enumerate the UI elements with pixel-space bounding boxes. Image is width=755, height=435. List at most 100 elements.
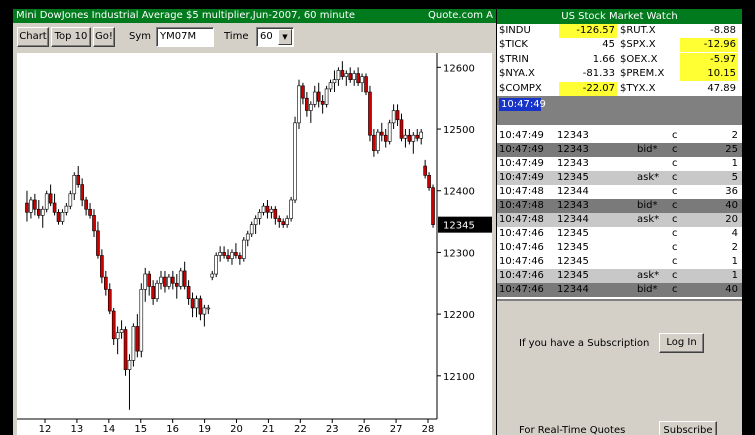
candle-up bbox=[64, 205, 69, 213]
candle-down bbox=[190, 298, 195, 309]
candle-down bbox=[111, 310, 116, 340]
tape-row[interactable]: 10:47:46 12345 c 2 bbox=[497, 241, 742, 255]
candle-up bbox=[241, 239, 246, 259]
top10-button[interactable]: Top 10 bbox=[51, 27, 91, 47]
tape-price: 12343 bbox=[557, 144, 589, 155]
candle-up bbox=[119, 329, 124, 333]
time-interval-select[interactable]: 60 ▼ bbox=[256, 27, 294, 47]
candle-up bbox=[293, 122, 297, 201]
tape-row[interactable]: 10:47:46 12345 c 4 bbox=[497, 227, 742, 241]
tape-row[interactable]: 10:47:46 12345 c 1 bbox=[497, 255, 742, 269]
x-tick-label: 22 bbox=[294, 424, 307, 435]
candle-up bbox=[309, 104, 313, 111]
subscription-text: If you have a Subscription bbox=[519, 338, 650, 349]
tape-time: 10:47:46 bbox=[499, 228, 544, 239]
tape-size: 1 bbox=[731, 256, 738, 267]
quote-symbol: $COMPX bbox=[499, 82, 542, 94]
candle-down bbox=[372, 134, 376, 151]
tape-time: 10:47:48 bbox=[499, 186, 544, 197]
candle-down bbox=[226, 255, 230, 259]
x-tick-label: 13 bbox=[71, 424, 84, 435]
candle-up bbox=[328, 82, 333, 90]
chart-button[interactable]: Chart bbox=[17, 27, 49, 47]
candle-down bbox=[305, 97, 309, 111]
candle-down bbox=[281, 221, 286, 225]
candle-up bbox=[269, 208, 274, 213]
quote-symbol: $SPX.X bbox=[620, 39, 656, 51]
tape-price: 12345 bbox=[557, 242, 589, 253]
candle-down bbox=[364, 76, 368, 93]
tape-price: 12345 bbox=[557, 172, 589, 183]
candle-down bbox=[316, 91, 321, 102]
realtime-text: For Real-Time Quotes bbox=[519, 425, 626, 435]
candle-up bbox=[230, 252, 234, 259]
tape-time: 10:47:46 bbox=[499, 284, 544, 295]
y-tick-label: 12600 bbox=[443, 63, 475, 74]
subscribe-button[interactable]: Subscribe bbox=[659, 421, 717, 435]
candle-down bbox=[407, 134, 412, 142]
candle-down bbox=[104, 276, 108, 290]
tape-row[interactable]: 10:47:46 12344 bid* c 40 bbox=[497, 283, 742, 297]
candle-down bbox=[222, 252, 226, 256]
chevron-down-icon[interactable]: ▼ bbox=[278, 29, 292, 45]
tape-time: 10:47:49 bbox=[499, 130, 544, 141]
tape-row[interactable]: 10:47:49 12345 ask* c 5 bbox=[497, 171, 742, 185]
candle-up bbox=[210, 273, 215, 278]
candle-down bbox=[265, 205, 270, 213]
tape-condition: c bbox=[672, 172, 678, 183]
tape-row[interactable]: 10:47:46 12345 ask* c 1 bbox=[497, 269, 742, 283]
tape-condition: c bbox=[672, 130, 678, 141]
candle-down bbox=[340, 70, 345, 77]
time-and-sales-list[interactable]: 10:47:49 12343 c 2 10:47:49 12343 bid* c 25 10:47… bbox=[497, 125, 742, 299]
tape-row[interactable]: 10:47:48 12343 bid* c 40 bbox=[497, 199, 742, 213]
candle-up bbox=[139, 289, 144, 352]
quote-value: 1.66 bbox=[592, 53, 615, 65]
quote-symbol: $PREM.X bbox=[620, 68, 665, 80]
candle-down bbox=[399, 119, 404, 139]
tape-size: 36 bbox=[725, 186, 738, 197]
symbol-input[interactable]: YM07M bbox=[156, 27, 214, 47]
login-button[interactable]: Log In bbox=[659, 333, 704, 353]
tape-side: bid* bbox=[637, 144, 658, 155]
candle-up bbox=[245, 233, 250, 241]
x-tick-label: 20 bbox=[230, 424, 243, 435]
candle-down bbox=[36, 208, 41, 216]
tape-price: 12345 bbox=[557, 270, 589, 281]
price-chart: 12600 12500 12400 12300 12200 12100 12 13 14 15 16… bbox=[17, 53, 492, 435]
candle-down bbox=[96, 230, 100, 256]
tape-row[interactable]: 10:47:49 12343 c 2 bbox=[497, 129, 742, 143]
tape-price: 12344 bbox=[557, 186, 589, 197]
candle-up bbox=[419, 131, 424, 139]
tape-row[interactable]: 10:47:49 12343 bid* c 25 bbox=[497, 143, 742, 157]
quote-cell: $COMPX -22.07 bbox=[497, 81, 617, 96]
tape-row[interactable]: 10:47:48 12344 ask* c 20 bbox=[497, 213, 742, 227]
tape-condition: c bbox=[672, 144, 678, 155]
tape-row[interactable]: 10:47:49 12343 c 1 bbox=[497, 157, 742, 171]
tape-size: 2 bbox=[731, 242, 738, 253]
candle-down bbox=[395, 110, 400, 121]
quote-cell: $TYX.X 47.89 bbox=[618, 82, 738, 96]
candle-down bbox=[348, 73, 353, 80]
candle-up bbox=[391, 110, 396, 124]
tape-price: 12345 bbox=[557, 228, 589, 239]
quote-cell: $RUT.X -8.88 bbox=[618, 24, 738, 38]
quote-value: -8.88 bbox=[710, 25, 736, 36]
candle-up bbox=[167, 276, 171, 287]
tape-condition: c bbox=[672, 284, 678, 295]
quote-cell: $PREM.X 10.15 bbox=[618, 67, 738, 82]
tape-row[interactable]: 10:47:48 12344 c 36 bbox=[497, 185, 742, 199]
quote-cell: $OEX.X -5.97 bbox=[618, 52, 738, 67]
tape-time: 10:47:49 bbox=[499, 172, 544, 183]
tape-price: 12345 bbox=[557, 256, 589, 267]
time-interval-value: 60 bbox=[260, 31, 273, 42]
candle-down bbox=[273, 208, 278, 219]
candle-down bbox=[92, 215, 96, 232]
tape-side: ask* bbox=[637, 270, 660, 281]
market-watch-panel: US Stock Market Watch $INDU -126.57 $RUT.X… bbox=[497, 9, 742, 435]
candle-down bbox=[415, 134, 420, 139]
candle-down bbox=[383, 134, 388, 142]
quote-cell: $SPX.X -12.96 bbox=[618, 38, 738, 53]
go-button[interactable]: Go! bbox=[93, 27, 115, 47]
tape-time: 10:47:49 bbox=[499, 158, 544, 169]
candle-down bbox=[186, 286, 191, 299]
